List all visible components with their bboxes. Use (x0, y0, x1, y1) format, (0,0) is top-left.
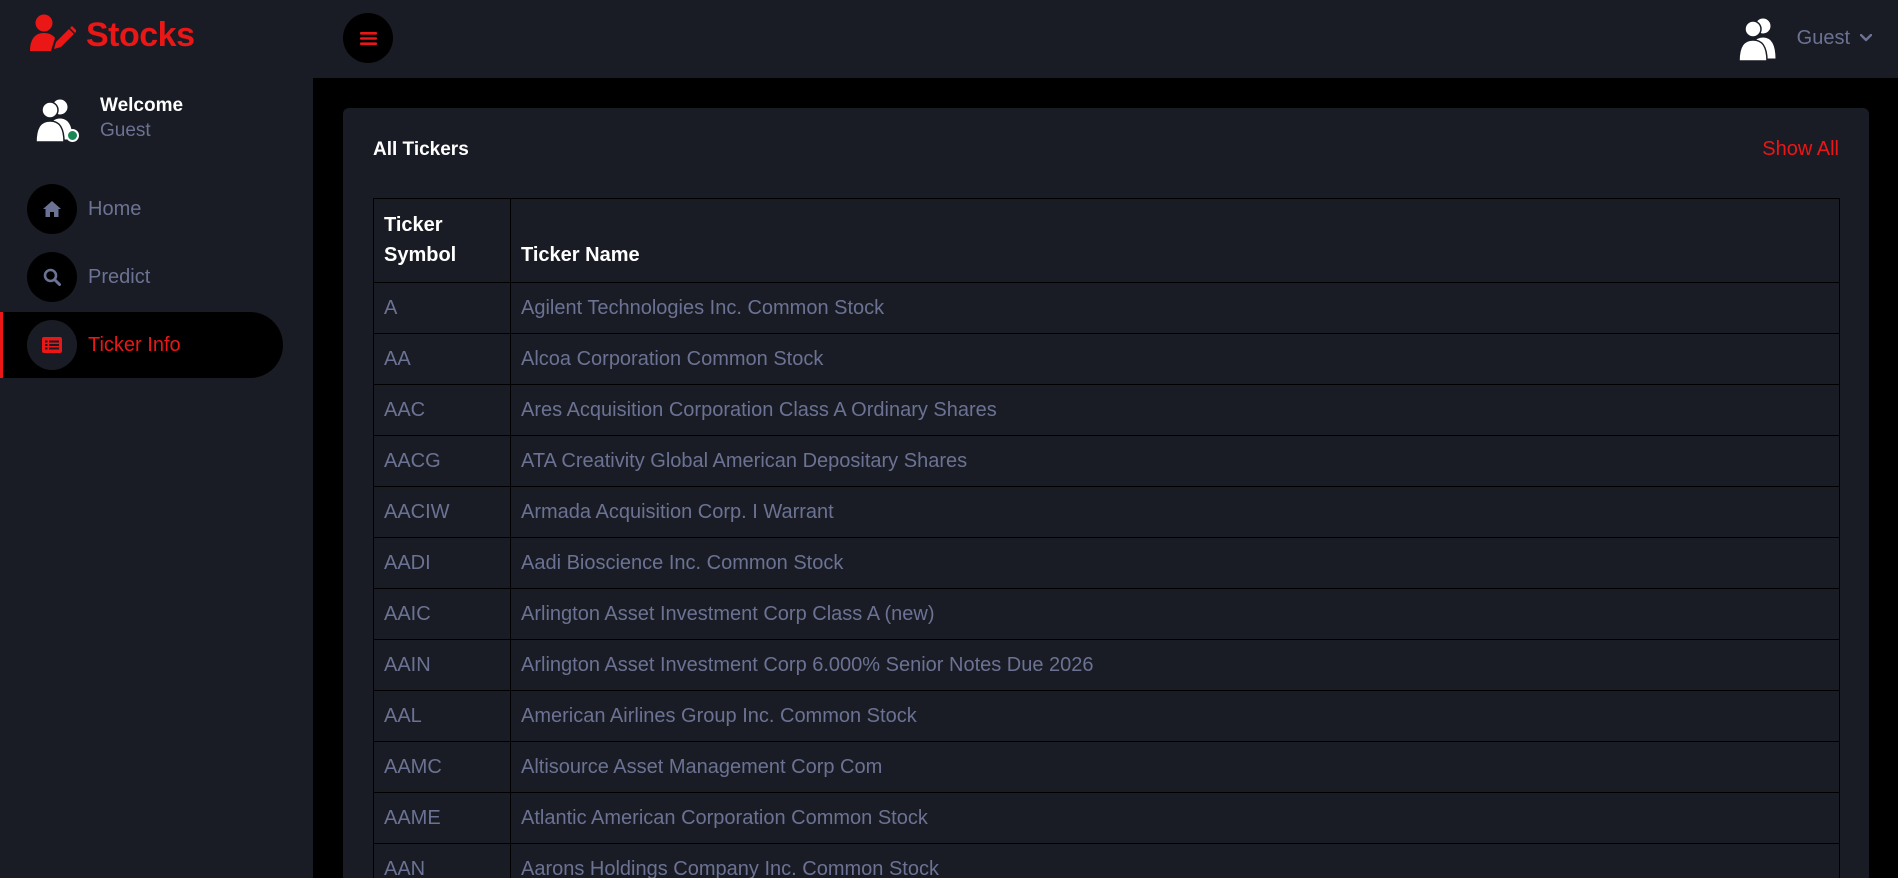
list-icon (27, 320, 77, 370)
show-all-link[interactable]: Show All (1762, 138, 1839, 161)
ticker-name-cell: Agilent Technologies Inc. Common Stock (510, 282, 1840, 334)
online-status-dot (66, 129, 79, 142)
welcome-label: Welcome (100, 95, 184, 116)
ticker-name-cell: Armada Acquisition Corp. I Warrant (510, 486, 1840, 538)
topbar: Guest (313, 0, 1898, 78)
ticker-name-cell: Aadi Bioscience Inc. Common Stock (510, 537, 1840, 589)
search-icon (27, 252, 77, 302)
sidebar-nav: Home Predict Ticker Info (0, 176, 283, 380)
sidebar-item-label: Home (88, 197, 142, 220)
profile-username: Guest (100, 120, 151, 141)
ticker-name-cell: Altisource Asset Management Corp Com (510, 741, 1840, 793)
ticker-name-cell: Alcoa Corporation Common Stock (510, 333, 1840, 385)
ticker-symbol-cell: AACG (373, 435, 511, 487)
ticker-symbol-cell: AAIC (373, 588, 511, 640)
menu-icon (359, 31, 377, 45)
ticker-symbol-cell: AAIN (373, 639, 511, 691)
ticker-name-cell: ATA Creativity Global American Depositar… (510, 435, 1840, 487)
sidebar-profile: Welcome Guest (33, 94, 183, 144)
ticker-name-cell: Arlington Asset Investment Corp 6.000% S… (510, 639, 1840, 691)
user-menu-dropdown[interactable]: Guest (1736, 14, 1873, 62)
sidebar-item-home[interactable]: Home (0, 176, 283, 242)
ticker-name-cell: Aarons Holdings Company Inc. Common Stoc… (510, 843, 1840, 878)
sidebar-item-predict[interactable]: Predict (0, 244, 283, 310)
ticker-symbol-cell: A (373, 282, 511, 334)
sidebar-item-label: Predict (88, 265, 151, 288)
sidebar-item-label: Ticker Info (88, 333, 181, 356)
ticker-symbol-cell: AAN (373, 843, 511, 878)
table-row[interactable]: A Agilent Technologies Inc. Common Stock (373, 282, 1840, 334)
avatar (33, 96, 79, 143)
ticker-name-cell: Ares Acquisition Corporation Class A Ord… (510, 384, 1840, 436)
ticker-symbol-cell: AAMC (373, 741, 511, 793)
table-row[interactable]: AAME Atlantic American Corporation Common… (373, 792, 1840, 844)
ticker-symbol-cell: AA (373, 333, 511, 385)
user-edit-icon (30, 14, 77, 57)
tickers-card: All Tickers Show All Ticker Symbol Ticke… (343, 108, 1869, 878)
table-row[interactable]: AACIW Armada Acquisition Corp. I Warrant (373, 486, 1840, 538)
ticker-symbol-cell: AAME (373, 792, 511, 844)
table-row[interactable]: AAIN Arlington Asset Investment Corp 6.00… (373, 639, 1840, 691)
ticker-name-cell: American Airlines Group Inc. Common Stoc… (510, 690, 1840, 742)
tickers-table: Ticker Symbol Ticker Name A Agilent Techn… (373, 198, 1840, 878)
table-row[interactable]: AADI Aadi Bioscience Inc. Common Stock (373, 537, 1840, 589)
table-row[interactable]: AAIC Arlington Asset Investment Corp Clas… (373, 588, 1840, 640)
table-row[interactable]: AACG ATA Creativity Global American Depos… (373, 435, 1840, 487)
column-header-ticker-name[interactable]: Ticker Name (510, 198, 1840, 283)
users-icon (1737, 17, 1777, 61)
ticker-symbol-cell: AACIW (373, 486, 511, 538)
chevron-down-icon (1859, 29, 1873, 47)
ticker-name-cell: Atlantic American Corporation Common Sto… (510, 792, 1840, 844)
table-header-row: Ticker Symbol Ticker Name (373, 198, 1840, 283)
table-row[interactable]: AAC Ares Acquisition Corporation Class A … (373, 384, 1840, 436)
sidebar-toggle-button[interactable] (343, 13, 393, 63)
ticker-symbol-cell: AADI (373, 537, 511, 589)
brand-logo[interactable]: Stocks (30, 14, 195, 56)
sidebar-item-ticker-info[interactable]: Ticker Info (0, 312, 283, 378)
ticker-symbol-cell: AAL (373, 690, 511, 742)
user-menu-name: Guest (1796, 26, 1850, 49)
brand-name: Stocks (86, 15, 195, 54)
card-title: All Tickers (373, 138, 469, 160)
column-header-ticker-symbol[interactable]: Ticker Symbol (373, 198, 511, 283)
table-row[interactable]: AAMC Altisource Asset Management Corp Com (373, 741, 1840, 793)
card-header: All Tickers Show All (373, 138, 1839, 161)
table-row[interactable]: AA Alcoa Corporation Common Stock (373, 333, 1840, 385)
ticker-symbol-cell: AAC (373, 384, 511, 436)
table-row[interactable]: AAL American Airlines Group Inc. Common S… (373, 690, 1840, 742)
table-row[interactable]: AAN Aarons Holdings Company Inc. Common S… (373, 843, 1840, 878)
home-icon (27, 184, 77, 234)
main-content: All Tickers Show All Ticker Symbol Ticke… (313, 78, 1898, 878)
sidebar: Stocks Welcome Guest Home Predict Ticker… (0, 0, 313, 878)
ticker-name-cell: Arlington Asset Investment Corp Class A … (510, 588, 1840, 640)
